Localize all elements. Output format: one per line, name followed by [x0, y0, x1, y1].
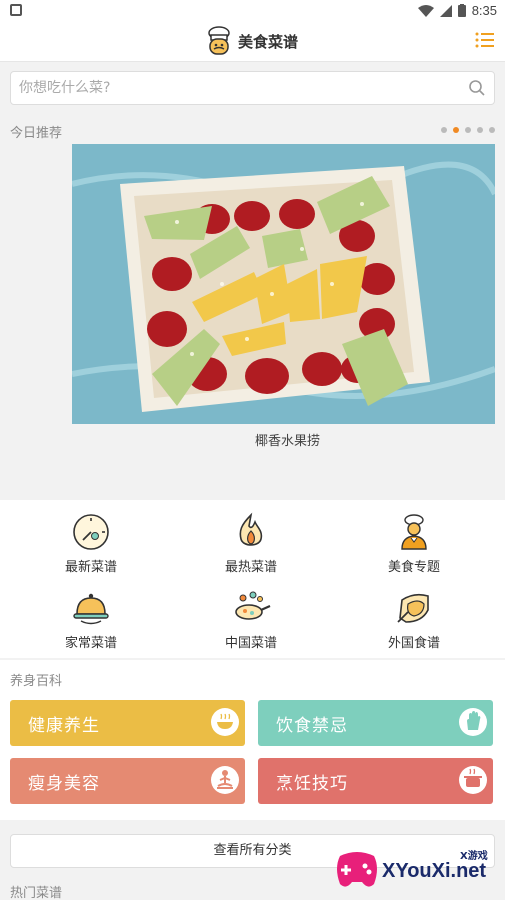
category-topics[interactable]: 美食专题 [354, 512, 474, 575]
category-latest[interactable]: 最新菜谱 [31, 512, 151, 575]
wifi-icon [417, 4, 434, 17]
category-label: 外国食谱 [387, 636, 440, 651]
carousel-dot[interactable] [465, 127, 471, 133]
carousel-dot[interactable] [441, 127, 447, 133]
tile-cooking-tips[interactable]: 烹饪技巧 [258, 758, 493, 804]
search-bar [0, 62, 505, 114]
notification-icon [10, 4, 22, 16]
chef-logo-icon [208, 26, 230, 55]
carousel-indicator [441, 127, 495, 133]
carousel-dot[interactable] [489, 127, 495, 133]
pan-icon [235, 591, 271, 620]
status-time: 8:35 [471, 3, 497, 18]
category-grid: 最新菜谱 最热菜谱 美食专题 家常菜谱 中国菜谱 外国食谱 [0, 500, 505, 658]
menu-icon[interactable] [475, 30, 495, 50]
tile-label: 烹饪技巧 [276, 774, 348, 794]
pot-icon [459, 766, 487, 794]
bowl-icon [211, 708, 239, 736]
category-label: 中国菜谱 [224, 636, 277, 651]
chicken-icon [397, 593, 429, 623]
category-label: 最新菜谱 [64, 560, 117, 575]
today-section-title: 今日推荐 [10, 126, 63, 141]
signal-icon [439, 4, 452, 17]
health-section-title: 养身百科 [10, 674, 63, 689]
recommend-banner-image[interactable] [72, 144, 495, 424]
search-box[interactable] [10, 71, 495, 105]
tile-slimming[interactable]: 瘦身美容 [10, 758, 245, 804]
hot-section-title: 热门菜谱 [10, 886, 63, 900]
clock-fork-icon [73, 514, 109, 550]
stop-hand-icon [459, 708, 487, 736]
carousel-dot-active[interactable] [453, 127, 459, 133]
watermark-text: XYouXi.net [382, 860, 487, 882]
banner-caption[interactable]: 椰香水果捞 [0, 430, 505, 449]
category-hot[interactable]: 最热菜谱 [191, 512, 311, 575]
tile-label: 健康养生 [28, 716, 100, 736]
app-header: 美食菜谱 [0, 22, 505, 62]
status-bar: 8:35 [0, 0, 505, 22]
category-label: 最热菜谱 [224, 560, 277, 575]
tile-label: 饮食禁忌 [276, 716, 348, 736]
cloche-icon [73, 593, 109, 625]
tile-taboo[interactable]: 饮食禁忌 [258, 700, 493, 746]
flame-icon [239, 512, 263, 546]
brand: 美食菜谱 [206, 26, 298, 56]
chef-icon [401, 514, 427, 550]
category-label: 美食专题 [387, 560, 440, 575]
search-input[interactable] [19, 77, 449, 99]
category-foreign[interactable]: 外国食谱 [354, 588, 474, 651]
carousel-dot[interactable] [477, 127, 483, 133]
category-home[interactable]: 家常菜谱 [31, 588, 151, 651]
gamepad-logo-icon [337, 852, 377, 887]
meditation-icon [211, 766, 239, 794]
tile-health[interactable]: 健康养生 [10, 700, 245, 746]
health-section: 养身百科 健康养生 饮食禁忌 瘦身美容 烹饪技巧 [0, 660, 505, 820]
app-title: 美食菜谱 [238, 32, 299, 51]
search-icon[interactable] [468, 79, 486, 97]
category-label: 家常菜谱 [64, 636, 117, 651]
battery-icon [457, 4, 466, 17]
status-indicators: 8:35 [417, 3, 497, 18]
tile-label: 瘦身美容 [28, 774, 100, 794]
category-chinese[interactable]: 中国菜谱 [191, 588, 311, 651]
fruit-salad-photo [72, 144, 495, 424]
site-watermark: X游戏 XYouXi.net [334, 848, 502, 896]
